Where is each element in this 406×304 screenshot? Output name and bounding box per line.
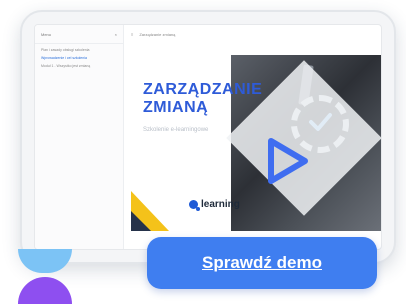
logo-mark-icon xyxy=(189,200,200,211)
course-slide: ZARZĄDZANIE ZMIANĄ Szkolenie e-learningo… xyxy=(131,55,381,231)
tablet-mockup: Menu × Plan i zasady obsługi szkolenia W… xyxy=(20,10,396,264)
slide-title: ZARZĄDZANIE ZMIANĄ xyxy=(143,81,262,118)
dark-triangle xyxy=(131,211,151,231)
learning-logo: learning xyxy=(189,199,240,211)
sidebar-header: Menu × xyxy=(35,25,123,44)
logo-text: learning xyxy=(201,199,240,210)
breadcrumb: Zarządzanie zmianą xyxy=(139,31,176,37)
check-demo-button[interactable]: Sprawdź demo xyxy=(147,237,377,289)
sidebar-item[interactable]: Plan i zasady obsługi szkolenia xyxy=(35,44,123,52)
menu-icon[interactable]: ≡ xyxy=(131,32,133,37)
elearning-screen: Menu × Plan i zasady obsługi szkolenia W… xyxy=(34,24,382,250)
decorative-light-blue-shape xyxy=(18,249,72,273)
course-sidebar: Menu × Plan i zasady obsługi szkolenia W… xyxy=(35,25,124,249)
course-topbar: ≡ Zarządzanie zmianą xyxy=(123,25,381,43)
sidebar-title: Menu xyxy=(41,31,52,37)
close-icon[interactable]: × xyxy=(115,32,117,37)
slide-title-line1: ZARZĄDZANIE xyxy=(143,81,263,98)
slide-title-line2: ZMIANĄ xyxy=(143,99,209,117)
play-icon[interactable] xyxy=(261,135,313,187)
sidebar-item[interactable]: Wprowadzenie i cel szkolenia xyxy=(35,52,123,60)
slide-subtitle: Szkolenie e-learningowe xyxy=(143,127,209,133)
sidebar-item[interactable]: Moduł 1 - Wszystko jest zmianą xyxy=(35,60,123,68)
